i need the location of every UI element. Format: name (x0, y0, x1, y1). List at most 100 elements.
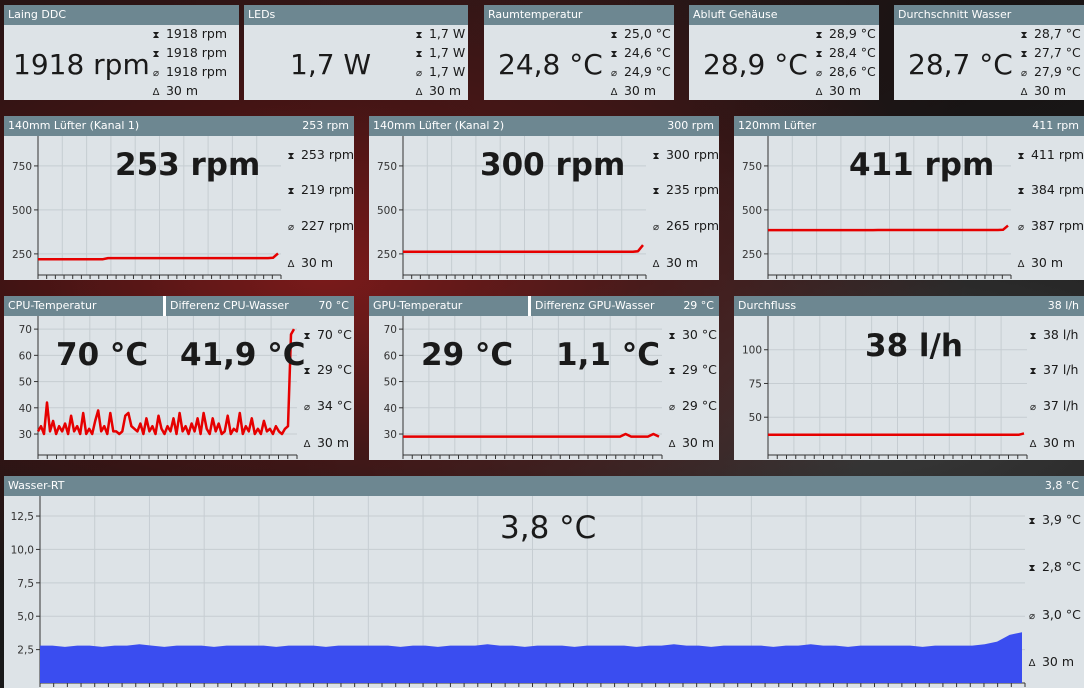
stat-min: ⧗ 384 rpm (1015, 183, 1084, 199)
stat-avg: ⌀ 387 rpm (1015, 219, 1084, 235)
tile-header-value: 38 l/h (1047, 299, 1079, 312)
stat-period: Δ 30 m (608, 84, 656, 100)
stat-period-value: 30 m (623, 83, 657, 98)
stat-avg-value: 1918 rpm (165, 64, 228, 79)
stat-avg: ⌀ 27,9 °C (1018, 65, 1081, 81)
tile-raumtemperatur: Raumtemperatur 24,8 °C ⧗ 25,0 °C ⧗ 24,6 … (484, 5, 674, 100)
stat-min-value: 1918 rpm (165, 45, 228, 60)
average-icon: ⌀ (652, 222, 660, 233)
stat-max: ⧗ 3,9 °C (1026, 513, 1080, 529)
stat-min: ⧗ 29 °C (666, 363, 716, 379)
y-tick-label: 500 (12, 205, 32, 217)
tile-value-2: 41,9 °C (180, 337, 306, 373)
average-icon: ⌀ (668, 402, 676, 413)
delta-time-icon: Δ (1017, 259, 1025, 270)
stat-max-value: 1,7 W (428, 26, 466, 41)
stat-min-value: 235 rpm (665, 182, 720, 197)
y-tick-label: 250 (377, 249, 397, 261)
y-tick-label: 100 (742, 345, 762, 357)
tile-header: 140mm Lüfter (Kanal 2) 300 rpm (369, 116, 719, 136)
tile-cpu-temperatur: CPU-Temperatur Differenz CPU-Wasser 70 °… (4, 296, 354, 460)
tile-header-value: 411 rpm (1032, 119, 1079, 132)
series-area (40, 632, 1022, 683)
max-arrow-icon: ⧗ (652, 151, 660, 162)
min-arrow-icon: ⧗ (1028, 563, 1036, 574)
tile-value: 3,8 °C (500, 510, 597, 546)
stat-max-value: 411 rpm (1030, 147, 1084, 162)
max-arrow-icon: ⧗ (152, 30, 160, 41)
stat-avg: ⌀ 34 °C (301, 399, 352, 415)
tile-wasser-rt: Wasser-RT 3,8 °C 2,5 5,0 7,5 10,0 12,5 3,8 °C… (4, 476, 1084, 688)
tile-header-value: 3,8 °C (1044, 479, 1079, 492)
y-tick-label: 40 (384, 403, 397, 415)
max-arrow-icon: ⧗ (815, 30, 823, 41)
stat-period: Δ 30 m (1026, 655, 1074, 671)
tile-title: Durchschnitt Wasser (898, 8, 1012, 21)
stat-max: ⧗ 70 °C (301, 328, 351, 344)
tile-value: 29 °C (421, 337, 514, 373)
stat-avg-value: 3,0 °C (1041, 607, 1081, 622)
min-arrow-icon: ⧗ (152, 49, 160, 60)
delta-time-icon: Δ (415, 87, 423, 98)
max-arrow-icon: ⧗ (303, 331, 311, 342)
tile-title: Laing DDC (8, 8, 66, 21)
tile-header: Durchschnitt Wasser (894, 5, 1084, 25)
y-tick-label: 40 (19, 403, 32, 415)
stat-min-value: 24,6 °C (623, 45, 671, 60)
header-separator (163, 296, 166, 316)
stat-max-value: 300 rpm (665, 147, 720, 162)
tile-value: 1,7 W (290, 48, 372, 81)
average-icon: ⌀ (815, 68, 823, 79)
tile-leds: LEDs 1,7 W ⧗ 1,7 W ⧗ 1,7 W ⌀ 1,7 W Δ 30 … (244, 5, 468, 100)
max-arrow-icon: ⧗ (1028, 516, 1036, 527)
stat-avg: ⌀ 1918 rpm (150, 65, 227, 81)
average-icon: ⌀ (152, 68, 160, 79)
stat-max: ⧗ 411 rpm (1015, 148, 1084, 164)
tile-header-value: 29 °C (683, 299, 714, 312)
stat-min: ⧗ 219 rpm (285, 183, 354, 199)
stat-period: Δ 30 m (666, 436, 714, 452)
stat-period: Δ 30 m (1027, 436, 1075, 452)
stat-max: ⧗ 1918 rpm (150, 27, 227, 43)
stat-min: ⧗ 235 rpm (650, 183, 719, 199)
tile-value: 28,9 °C (703, 48, 808, 81)
delta-time-icon: Δ (1020, 87, 1028, 98)
min-arrow-icon: ⧗ (303, 366, 311, 377)
max-arrow-icon: ⧗ (1017, 151, 1025, 162)
stat-period-value: 30 m (828, 83, 862, 98)
stat-avg: ⌀ 1,7 W (413, 65, 465, 81)
tile-value: 28,7 °C (908, 48, 1013, 81)
stat-period-value: 30 m (300, 255, 334, 270)
y-tick-label: 250 (12, 249, 32, 261)
y-tick-label: 50 (19, 377, 32, 389)
delta-time-icon: Δ (287, 259, 295, 270)
stat-period: Δ 30 m (301, 436, 349, 452)
stat-max-value: 28,7 °C (1033, 26, 1081, 41)
stat-avg-value: 29 °C (681, 398, 717, 413)
y-tick-label: 750 (377, 161, 397, 173)
stat-period-value: 30 m (1033, 83, 1067, 98)
y-tick-label: 50 (384, 377, 397, 389)
header-separator (528, 296, 531, 316)
series-line (403, 244, 644, 254)
average-icon: ⌀ (1028, 611, 1036, 622)
stat-min: ⧗ 1918 rpm (150, 46, 227, 62)
average-icon: ⌀ (415, 68, 423, 79)
stat-avg-value: 28,6 °C (828, 64, 876, 79)
stat-max-value: 25,0 °C (623, 26, 671, 41)
stat-period: Δ 30 m (650, 256, 698, 272)
min-arrow-icon: ⧗ (1017, 186, 1025, 197)
tile-header: Raumtemperatur (484, 5, 674, 25)
stat-avg-value: 37 l/h (1042, 398, 1079, 413)
tile-value-2: 1,1 °C (556, 337, 660, 373)
stat-max: ⧗ 28,9 °C (813, 27, 875, 43)
stat-min-value: 2,8 °C (1041, 559, 1081, 574)
min-arrow-icon: ⧗ (668, 366, 676, 377)
min-arrow-icon: ⧗ (415, 49, 423, 60)
tile-header-value: 70 °C (318, 299, 349, 312)
min-arrow-icon: ⧗ (1020, 49, 1028, 60)
stat-min-value: 37 l/h (1042, 362, 1079, 377)
average-icon: ⌀ (1029, 402, 1037, 413)
tile-header-value: 253 rpm (302, 119, 349, 132)
stat-period: Δ 30 m (813, 84, 861, 100)
